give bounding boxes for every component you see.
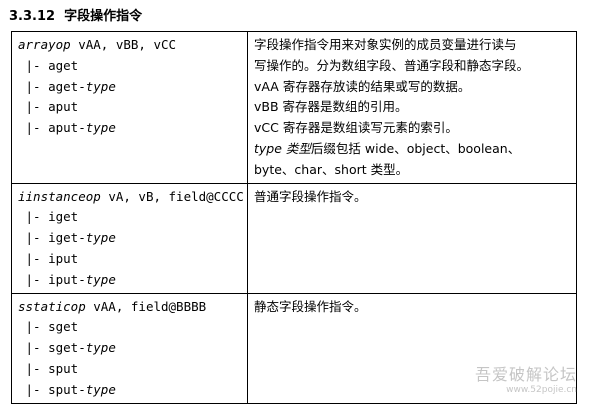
variant-line: |- iput [18,250,79,266]
description-cell: 字段操作指令用来对象实例的成员变量进行读与 写操作的。分为数组字段、普通字段和静… [247,31,577,184]
opcode-name: sstaticop [18,298,86,314]
variant-line: |- sput [18,360,79,376]
description-line: 写操作的。分为数组字段、普通字段和静态字段。 [254,57,530,73]
opcode-cell: sstaticop vAA, field@BBBB |- sget |- sge… [11,292,248,404]
description-line: vCC 寄存器是数组读写元素的索引。 [254,120,458,136]
watermark-url: www.52pojie.cn [506,385,577,395]
opcode-name: iinstanceop [18,188,101,204]
opcode-signature: iinstanceop vA, vB, field@CCCC [18,187,244,208]
description-line: 字段操作指令用来对象实例的成员变量进行读与 [254,37,517,52]
description-line: 静态字段操作指令。 [254,298,367,314]
opcode-args: vA, vB, field@CCCC [100,188,244,204]
section-title: 字段操作指令 [64,9,143,24]
watermark: 吾爱破解论坛 www.52pojie.cn [475,361,577,395]
variant-line: |- aget [18,57,79,73]
opcode-name: arrayop [18,37,71,52]
table-row: arrayop vAA, vBB, vCC |- aget |- aget-ty… [11,31,577,184]
variant-line: |- sput-type [18,381,116,397]
opcode-signature: arrayop vAA, vBB, vCC [18,35,241,56]
variant-line: |- sget [18,319,79,335]
variant-line: |- sget-type [18,340,116,356]
variant-line: |- iget [18,209,79,225]
variant-line: |- aput [18,99,79,115]
opcode-args: vAA, vBB, vCC [70,37,177,52]
section-heading: 3.3.12 字段操作指令 [9,5,142,24]
description-line: byte、char、short 类型。 [254,161,409,177]
description-line: 普通字段操作指令。 [254,188,367,204]
description-line: type 类型后缀包括 wide、object、boolean、 [254,140,521,156]
opcode-cell: iinstanceop vA, vB, field@CCCC |- iget |… [11,182,248,294]
variant-line: |- iget-type [18,230,116,246]
description-line: vBB 寄存器是数组的引用。 [254,99,408,115]
opcode-cell: arrayop vAA, vBB, vCC |- aget |- aget-ty… [11,31,248,184]
field-op-table: arrayop vAA, vBB, vCC |- aget |- aget-ty… [11,31,577,404]
variant-line: |- iput-type [18,271,116,287]
table-row: iinstanceop vA, vB, field@CCCC |- iget |… [11,182,577,294]
watermark-text: 吾爱破解论坛 [474,365,577,384]
description-line: vAA 寄存器存放读的结果或写的数据。 [254,78,471,94]
section-number: 3.3.12 [9,9,56,24]
opcode-args: vAA, field@BBBB [85,298,207,314]
variant-line: |- aput-type [18,120,116,136]
variant-line: |- aget-type [18,78,116,94]
opcode-signature: sstaticop vAA, field@BBBB [18,297,241,318]
description-cell: 普通字段操作指令。 [247,182,577,294]
